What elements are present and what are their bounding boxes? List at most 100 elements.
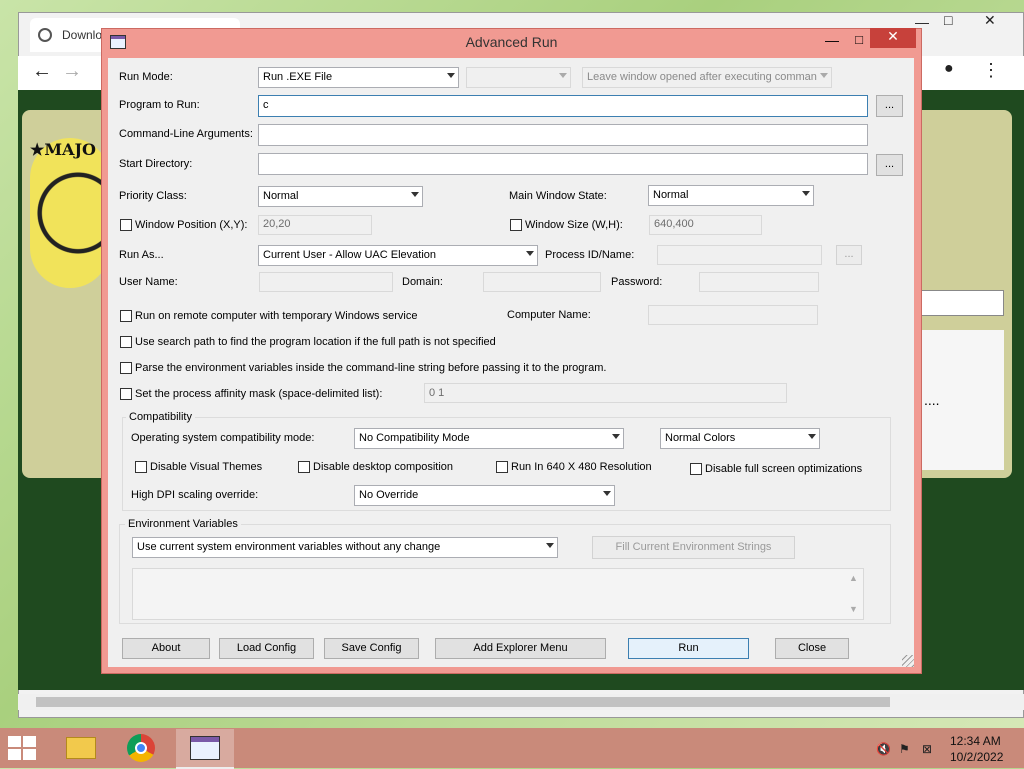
- disable-fullscreen-checkbox[interactable]: [690, 463, 702, 475]
- disable-themes-checkbox[interactable]: [135, 461, 147, 473]
- startdir-label: Start Directory:: [119, 158, 193, 170]
- windows-logo-pane: [23, 749, 36, 760]
- procid-label: Process ID/Name:: [545, 249, 635, 261]
- run640-checkbox[interactable]: [496, 461, 508, 473]
- procid-input[interactable]: [657, 245, 822, 265]
- taskbar-chrome[interactable]: [113, 729, 171, 767]
- minimize-button[interactable]: —: [822, 32, 842, 48]
- password-input[interactable]: [699, 272, 819, 292]
- args-input[interactable]: [258, 124, 868, 146]
- scroll-down-icon[interactable]: ▼: [849, 604, 858, 614]
- fill-env-button[interactable]: Fill Current Environment Strings: [592, 536, 795, 559]
- parseenv-checkbox[interactable]: [120, 362, 132, 374]
- back-icon[interactable]: ←: [32, 60, 52, 83]
- run-mode-sub-select[interactable]: [466, 67, 571, 88]
- close-button[interactable]: Close: [775, 638, 849, 659]
- searchpath-label: Use search path to find the program loca…: [135, 336, 496, 348]
- winsize-checkbox[interactable]: [510, 219, 522, 231]
- affinity-input[interactable]: 0 1: [424, 383, 787, 403]
- startdir-browse-button[interactable]: ...: [876, 154, 903, 176]
- taskbar-file-explorer[interactable]: [52, 729, 110, 767]
- mainwin-select[interactable]: Normal: [648, 185, 814, 206]
- browser-menu-icon[interactable]: ⋮: [982, 60, 1000, 81]
- windows-logo-pane: [23, 736, 36, 747]
- dialog-title: Advanced Run: [465, 34, 558, 50]
- compat-colors-select[interactable]: Normal Colors: [660, 428, 820, 449]
- env-textarea[interactable]: [132, 568, 864, 620]
- advanced-run-icon-bar: [191, 737, 219, 742]
- compat-os-select[interactable]: No Compatibility Mode: [354, 428, 624, 449]
- scrollbar-thumb[interactable]: [36, 697, 890, 707]
- program-input[interactable]: c: [258, 95, 868, 117]
- compat-os-value: No Compatibility Mode: [359, 432, 470, 444]
- forward-icon[interactable]: →: [62, 60, 82, 83]
- chevron-down-icon: [808, 434, 816, 439]
- domain-input[interactable]: [483, 272, 601, 292]
- chevron-down-icon: [612, 434, 620, 439]
- page-dots: ....: [924, 392, 940, 408]
- env-select[interactable]: Use current system environment variables…: [132, 537, 558, 558]
- chevron-down-icon: [447, 73, 455, 78]
- about-button[interactable]: About: [122, 638, 210, 659]
- disable-fullscreen-label: Disable full screen optimizations: [705, 463, 863, 475]
- close-window-button[interactable]: ✕: [870, 28, 916, 48]
- dpi-label: High DPI scaling override:: [131, 489, 259, 501]
- volume-muted-icon[interactable]: 🔇: [876, 742, 891, 756]
- network-icon[interactable]: ⊠: [922, 742, 932, 756]
- winsize-input[interactable]: 640,400: [649, 215, 762, 235]
- runas-select[interactable]: Current User - Allow UAC Elevation: [258, 245, 538, 266]
- domain-label: Domain:: [402, 276, 443, 288]
- winpos-label: Window Position (X,Y):: [135, 219, 248, 231]
- add-explorer-menu-button[interactable]: Add Explorer Menu: [435, 638, 606, 659]
- chevron-down-icon: [603, 491, 611, 496]
- folder-icon: [66, 737, 96, 759]
- browser-close-button[interactable]: ✕: [984, 12, 996, 29]
- dpi-select[interactable]: No Override: [354, 485, 615, 506]
- searchpath-checkbox[interactable]: [120, 336, 132, 348]
- startdir-input[interactable]: [258, 153, 868, 175]
- site-logo: [30, 138, 110, 288]
- resize-grip-icon[interactable]: [902, 655, 914, 667]
- page-input[interactable]: [920, 290, 1004, 316]
- username-input[interactable]: [259, 272, 393, 292]
- winpos-input[interactable]: 20,20: [258, 215, 372, 235]
- flag-icon[interactable]: ⚑: [899, 742, 910, 756]
- run-mode-label: Run Mode:: [119, 71, 173, 83]
- computer-input[interactable]: [648, 305, 818, 325]
- affinity-label: Set the process affinity mask (space-del…: [135, 388, 383, 400]
- remote-label: Run on remote computer with temporary Wi…: [135, 310, 418, 322]
- priority-value: Normal: [263, 190, 299, 202]
- taskbar-advanced-run[interactable]: [176, 729, 234, 769]
- load-config-button[interactable]: Load Config: [219, 638, 314, 659]
- account-icon[interactable]: ●: [944, 60, 954, 78]
- clock-date[interactable]: 10/2/2022: [950, 750, 1003, 764]
- browser-maximize-button[interactable]: □: [944, 12, 952, 28]
- procid-browse-button[interactable]: ...: [836, 245, 862, 265]
- env-value: Use current system environment variables…: [137, 541, 441, 553]
- leave-window-select[interactable]: Leave window opened after executing comm…: [582, 67, 832, 88]
- mainwin-value: Normal: [653, 189, 689, 201]
- environment-group-title: Environment Variables: [125, 518, 241, 530]
- maximize-button[interactable]: □: [849, 32, 869, 48]
- scroll-up-icon[interactable]: ▲: [849, 573, 858, 583]
- chrome-icon-center: [135, 742, 147, 754]
- clock-time[interactable]: 12:34 AM: [950, 734, 1001, 748]
- advanced-run-icon: [190, 736, 220, 760]
- disable-desktop-checkbox[interactable]: [298, 461, 310, 473]
- windows-logo-icon: [8, 736, 21, 747]
- chevron-down-icon: [820, 73, 828, 78]
- remote-checkbox[interactable]: [120, 310, 132, 322]
- program-browse-button[interactable]: ...: [876, 95, 903, 117]
- disable-desktop-label: Disable desktop composition: [313, 461, 454, 473]
- winpos-checkbox[interactable]: [120, 219, 132, 231]
- save-config-button[interactable]: Save Config: [324, 638, 419, 659]
- disable-themes-label: Disable Visual Themes: [150, 461, 263, 473]
- computer-label: Computer Name:: [507, 309, 591, 321]
- run-button[interactable]: Run: [628, 638, 749, 659]
- run-mode-select[interactable]: Run .EXE File: [258, 67, 459, 88]
- affinity-checkbox[interactable]: [120, 388, 132, 400]
- run-mode-value: Run .EXE File: [263, 71, 333, 83]
- start-button[interactable]: [8, 736, 38, 760]
- compatibility-group-title: Compatibility: [126, 411, 195, 423]
- priority-select[interactable]: Normal: [258, 186, 423, 207]
